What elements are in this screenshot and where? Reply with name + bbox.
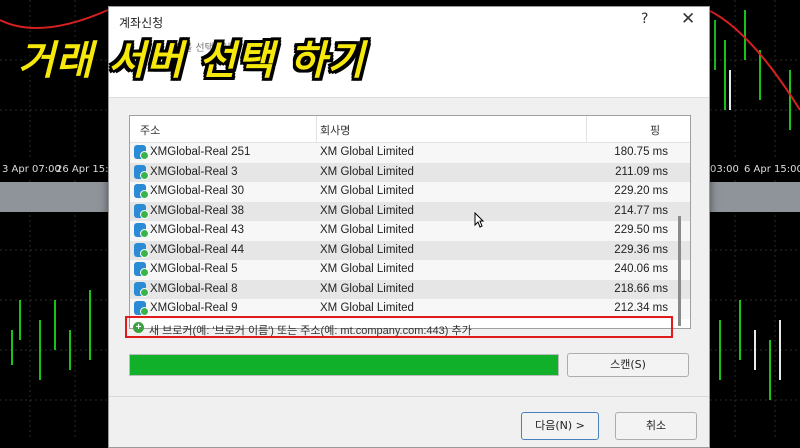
date-label: 3 Apr 07:00	[2, 164, 61, 175]
cancel-button[interactable]: 취소	[615, 412, 697, 440]
column-header-ping[interactable]: 핑	[650, 122, 660, 138]
chart-panel-band	[0, 182, 108, 212]
server-name: XMGlobal-Real 8	[150, 282, 238, 295]
server-icon	[134, 184, 149, 199]
video-overlay-title: 거래 서버 선택 하기	[18, 38, 366, 84]
table-row[interactable]: XMGlobal-Real 44 XM Global Limited 229.36 …	[130, 240, 690, 260]
list-scrollbar[interactable]	[678, 216, 681, 326]
mouse-cursor-icon	[474, 212, 484, 228]
server-list[interactable]: 주소 회사명 핑 XMGlobal-Real 251 XM Global Limi…	[129, 115, 691, 329]
server-name: XMGlobal-Real 9	[150, 302, 238, 314]
server-icon	[134, 301, 149, 316]
progress-fill	[130, 355, 558, 375]
server-name: XMGlobal-Real 5	[150, 263, 238, 275]
server-company: XM Global Limited	[320, 282, 414, 295]
column-header-address[interactable]: 주소	[140, 122, 160, 138]
chart-date-axis-right: 03:00 6 Apr 15:00	[708, 160, 800, 180]
server-company: XM Global Limited	[320, 243, 414, 256]
server-company: XM Global Limited	[320, 204, 414, 217]
server-name: XMGlobal-Real 251	[150, 146, 251, 158]
server-name: XMGlobal-Real 44	[150, 243, 244, 256]
scan-button[interactable]: 스캔(S)	[567, 353, 689, 377]
help-button[interactable]: ?	[641, 11, 648, 27]
server-icon	[134, 164, 149, 180]
server-ping: 240.06 ms	[614, 263, 668, 275]
table-row[interactable]: XMGlobal-Real 3 XM Global Limited 211.09 m…	[130, 162, 690, 182]
server-company: XM Global Limited	[320, 146, 414, 158]
chart-panel-band	[708, 182, 800, 212]
chart-date-axis-left: 3 Apr 07:00 26 Apr 15:00	[0, 160, 121, 180]
server-ping: 211.09 ms	[615, 165, 668, 178]
server-icon	[134, 262, 149, 277]
server-company: XM Global Limited	[320, 263, 414, 275]
date-label: 6 Apr 15:00	[744, 164, 800, 175]
next-button[interactable]: 다음(N) >	[521, 412, 599, 440]
server-ping: 180.75 ms	[614, 146, 668, 158]
server-ping: 218.66 ms	[614, 282, 668, 295]
scan-progress-bar	[129, 354, 559, 376]
server-name: XMGlobal-Real 38	[150, 204, 244, 217]
server-icon	[134, 242, 149, 258]
footer-divider	[109, 396, 709, 397]
highlight-annotation	[125, 316, 673, 338]
server-name: XMGlobal-Real 43	[150, 224, 244, 236]
date-label: 03:00	[710, 164, 739, 175]
server-ping: 229.36 ms	[614, 243, 668, 256]
column-header-company[interactable]: 회사명	[320, 122, 350, 138]
server-company: XM Global Limited	[320, 165, 414, 178]
server-name: XMGlobal-Real 30	[150, 185, 244, 197]
table-row[interactable]: XMGlobal-Real 251 XM Global Limited 180.75…	[130, 143, 690, 163]
server-icon	[134, 281, 149, 297]
server-ping: 212.34 ms	[614, 302, 668, 314]
server-company: XM Global Limited	[320, 302, 414, 314]
list-header: 주소 회사명 핑	[130, 116, 690, 143]
server-icon	[134, 203, 149, 219]
server-company: XM Global Limited	[320, 185, 414, 197]
table-row[interactable]: XMGlobal-Real 38 XM Global Limited 214.77 …	[130, 201, 690, 221]
server-ping: 229.50 ms	[614, 224, 668, 236]
close-button[interactable]: ✕	[681, 9, 695, 29]
server-ping: 214.77 ms	[614, 204, 668, 217]
server-name: XMGlobal-Real 3	[150, 165, 238, 178]
table-row[interactable]: XMGlobal-Real 8 XM Global Limited 218.66 m…	[130, 279, 690, 299]
server-company: XM Global Limited	[320, 224, 414, 236]
table-row[interactable]: XMGlobal-Real 5 XM Global Limited 240.06 m…	[130, 260, 690, 280]
table-row[interactable]: XMGlobal-Real 30 XM Global Limited 229.20 …	[130, 182, 690, 202]
server-icon	[134, 145, 149, 160]
server-icon	[134, 223, 149, 238]
table-row[interactable]: XMGlobal-Real 43 XM Global Limited 229.50 …	[130, 221, 690, 241]
server-ping: 229.20 ms	[614, 185, 668, 197]
